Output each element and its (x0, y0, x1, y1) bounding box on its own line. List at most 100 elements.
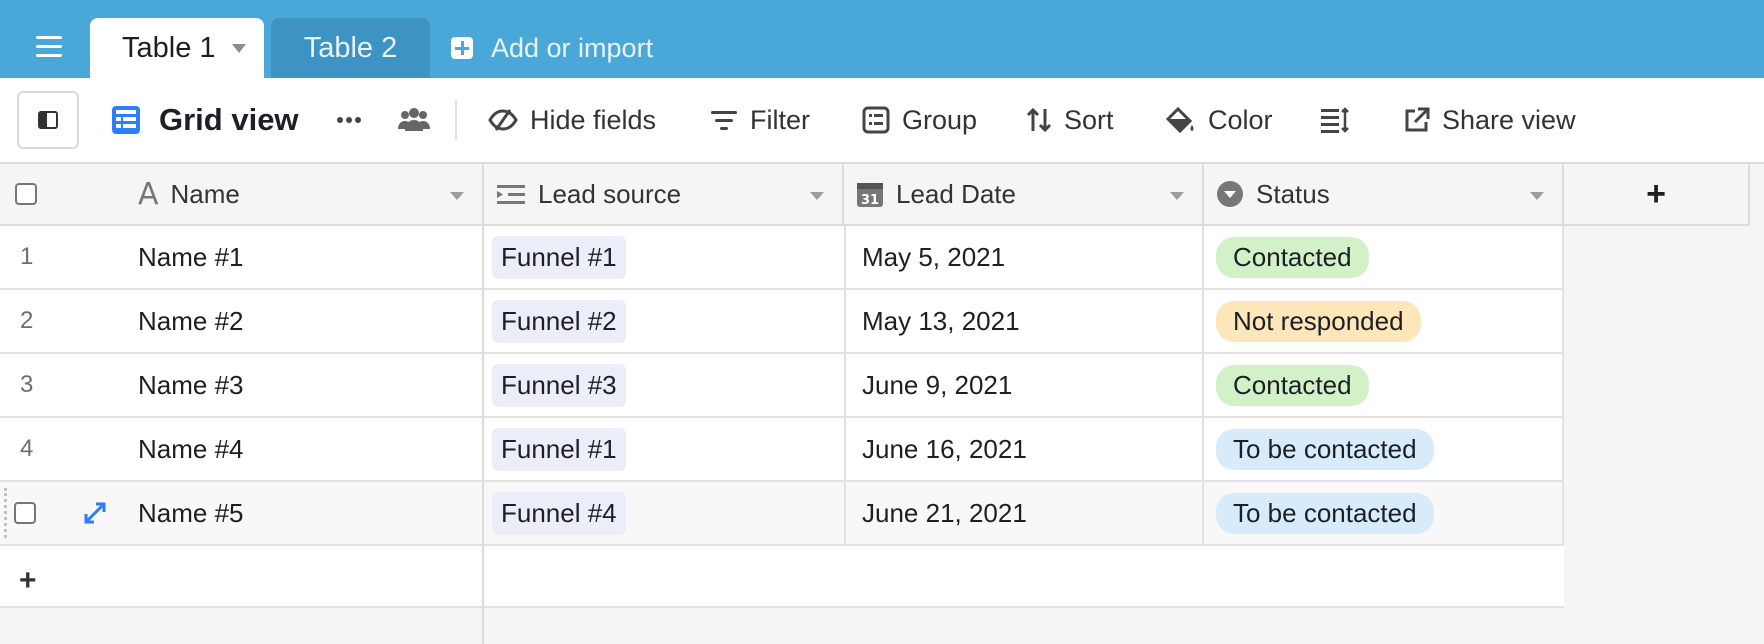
tab-table-1[interactable]: Table 1 (90, 18, 264, 78)
lead-date-cell[interactable]: June 9, 2021 (844, 354, 1204, 416)
view-name: Grid view (159, 102, 299, 137)
people-icon (398, 108, 430, 131)
table-row[interactable]: 2 Name #2 Funnel #2 May 13, 2021 Not res… (0, 290, 1564, 354)
column-header-lead-source[interactable]: Lead source (484, 164, 844, 224)
name-cell[interactable]: Name #2 (138, 290, 244, 352)
chevron-down-icon[interactable] (450, 192, 464, 200)
column-header-name[interactable]: A Name (118, 164, 484, 224)
status-cell[interactable]: Not responded (1204, 290, 1564, 352)
table-row[interactable]: 1 Name #1 Funnel #1 May 5, 2021 Contacte… (0, 226, 1564, 290)
chevron-down-icon[interactable] (231, 43, 246, 53)
linked-record-chip[interactable]: Funnel #4 (492, 491, 626, 535)
plus-icon: + (19, 564, 37, 597)
row-number: 4 (20, 435, 34, 462)
plus-icon: + (1646, 174, 1666, 213)
name-cell[interactable]: Name #1 (138, 226, 244, 288)
table-row[interactable]: Name #5 Funnel #4 June 21, 2021 To be co… (0, 482, 1564, 546)
select-all-checkbox[interactable] (15, 183, 37, 205)
calendar-icon-day: 31 (861, 193, 879, 208)
filter-icon (711, 111, 737, 130)
row-number: 3 (20, 371, 34, 398)
view-toolbar: Grid view Hide fields Filter Group Sort … (0, 78, 1764, 164)
hide-fields-label: Hide fields (530, 104, 657, 135)
header-row: A Name Lead source 31 Lead Date Status + (0, 164, 1750, 226)
add-record-row[interactable]: + (0, 546, 1564, 608)
name-cell[interactable]: Name #4 (138, 418, 244, 480)
collaborators-button[interactable] (397, 78, 443, 162)
lead-source-cell[interactable]: Funnel #4 (492, 482, 626, 544)
group-label: Group (902, 104, 978, 135)
row-select-cell (14, 482, 36, 544)
view-switcher[interactable]: Grid view (111, 78, 299, 162)
add-field-button[interactable]: + (1564, 164, 1750, 224)
row-height-icon (1321, 107, 1349, 133)
expand-record-button[interactable] (84, 482, 106, 544)
lead-date-cell[interactable]: June 21, 2021 (844, 482, 1204, 544)
row-number: 1 (20, 243, 34, 270)
status-cell[interactable]: Contacted (1204, 354, 1564, 416)
share-view-label: Share view (1442, 104, 1576, 135)
status-badge: Not responded (1216, 300, 1421, 342)
frozen-column-divider (482, 164, 484, 644)
lead-date-cell[interactable]: June 16, 2021 (844, 418, 1204, 480)
column-header-status[interactable]: Status (1204, 164, 1564, 224)
table-row[interactable]: 3 Name #3 Funnel #3 June 9, 2021 Contact… (0, 354, 1564, 418)
sidebar-icon (38, 111, 58, 129)
chevron-down-icon[interactable] (810, 192, 824, 200)
status-cell[interactable]: To be contacted (1204, 418, 1564, 480)
status-cell[interactable]: To be contacted (1204, 482, 1564, 544)
view-more-button[interactable] (336, 78, 374, 162)
lead-source-cell[interactable]: Funnel #2 (492, 290, 626, 352)
linked-record-icon (497, 185, 525, 204)
status-badge: To be contacted (1216, 492, 1434, 534)
sort-label: Sort (1064, 104, 1114, 135)
name-cell[interactable]: Name #5 (138, 482, 244, 544)
grid-view-icon (112, 106, 140, 134)
linked-record-chip[interactable]: Funnel #1 (492, 235, 626, 279)
filter-label: Filter (750, 104, 810, 135)
sort-button[interactable]: Sort (1026, 78, 1114, 162)
toolbar-divider (455, 100, 457, 140)
share-view-button[interactable]: Share view (1404, 78, 1576, 162)
tab-table-1-label: Table 1 (122, 31, 216, 64)
sort-arrows-icon (1026, 107, 1052, 133)
lead-source-cell[interactable]: Funnel #1 (492, 418, 626, 480)
column-header-label: Name (170, 178, 240, 209)
status-badge: Contacted (1216, 236, 1369, 278)
hide-fields-button[interactable]: Hide fields (488, 78, 656, 162)
table-row[interactable]: 4 Name #4 Funnel #1 June 16, 2021 To be … (0, 418, 1564, 482)
status-cell[interactable]: Contacted (1204, 226, 1564, 288)
linked-record-chip[interactable]: Funnel #3 (492, 363, 626, 407)
lead-date-cell[interactable]: May 5, 2021 (844, 226, 1204, 288)
group-button[interactable]: Group (862, 78, 977, 162)
share-external-icon (1405, 107, 1430, 132)
row-height-button[interactable] (1320, 78, 1362, 162)
column-header-label: Status (1256, 178, 1330, 209)
hamburger-menu-icon[interactable] (36, 36, 62, 58)
status-badge: Contacted (1216, 364, 1369, 406)
column-header-label: Lead Date (896, 178, 1016, 209)
name-cell[interactable]: Name #3 (138, 354, 244, 416)
lead-source-cell[interactable]: Funnel #3 (492, 354, 626, 416)
add-or-import-button[interactable]: Add or import (451, 28, 653, 68)
text-field-icon: A (138, 176, 159, 212)
filter-button[interactable]: Filter (710, 78, 810, 162)
color-button[interactable]: Color (1164, 78, 1273, 162)
paint-bucket-icon (1165, 106, 1194, 134)
linked-record-chip[interactable]: Funnel #1 (492, 427, 626, 471)
row-checkbox[interactable] (14, 502, 36, 524)
lead-date-cell[interactable]: May 13, 2021 (844, 290, 1204, 352)
chevron-down-icon[interactable] (1170, 192, 1184, 200)
tab-table-2[interactable]: Table 2 (271, 18, 430, 78)
drag-handle[interactable] (4, 488, 8, 538)
select-all-cell (0, 164, 118, 224)
linked-record-chip[interactable]: Funnel #2 (492, 299, 626, 343)
eye-slash-icon (488, 109, 518, 131)
tab-bar: Table 1 Table 2 Add or import (0, 0, 1764, 78)
row-number: 2 (20, 307, 34, 334)
sidebar-toggle-button[interactable] (17, 91, 79, 149)
color-label: Color (1208, 104, 1273, 135)
column-header-lead-date[interactable]: 31 Lead Date (844, 164, 1204, 224)
chevron-down-icon[interactable] (1530, 192, 1544, 200)
lead-source-cell[interactable]: Funnel #1 (492, 226, 626, 288)
